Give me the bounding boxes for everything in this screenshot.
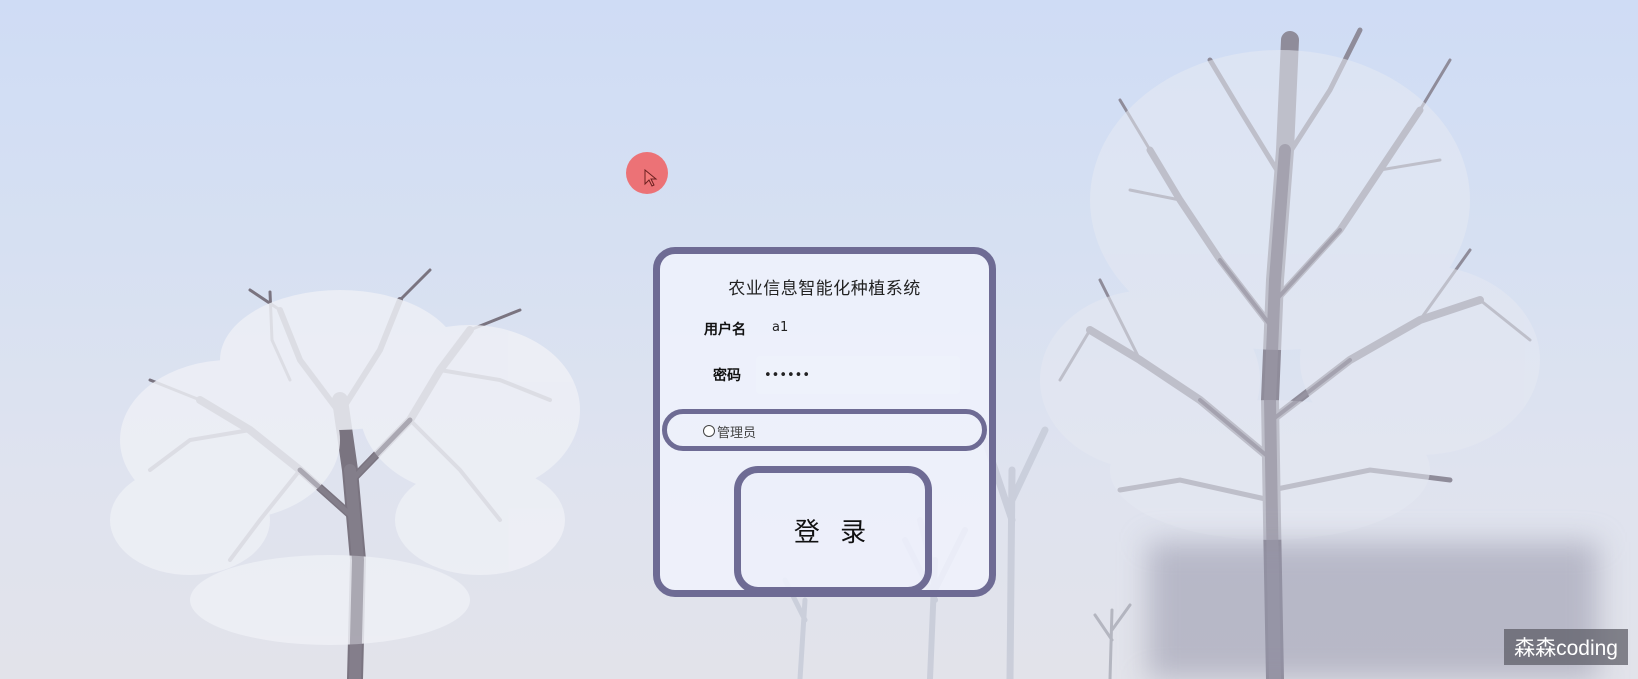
username-input[interactable] xyxy=(764,313,964,341)
username-label: 用户名 xyxy=(704,322,746,338)
admin-role-label[interactable]: 管理员 xyxy=(717,422,756,441)
login-button[interactable]: 登 录 xyxy=(734,466,932,594)
password-input[interactable] xyxy=(756,356,960,394)
login-page: 农业信息智能化种植系统 用户名 密码 管理员 登 录 森森coding xyxy=(0,0,1638,679)
role-selector[interactable]: 管理员 xyxy=(662,409,987,451)
mouse-pointer-icon xyxy=(626,152,668,194)
password-label: 密码 xyxy=(713,368,741,384)
login-form-card: 农业信息智能化种植系统 用户名 密码 管理员 登 录 xyxy=(653,247,996,597)
radio-icon[interactable] xyxy=(703,425,715,437)
app-title: 农业信息智能化种植系统 xyxy=(728,279,921,299)
watermark-label: 森森coding xyxy=(1504,629,1628,665)
